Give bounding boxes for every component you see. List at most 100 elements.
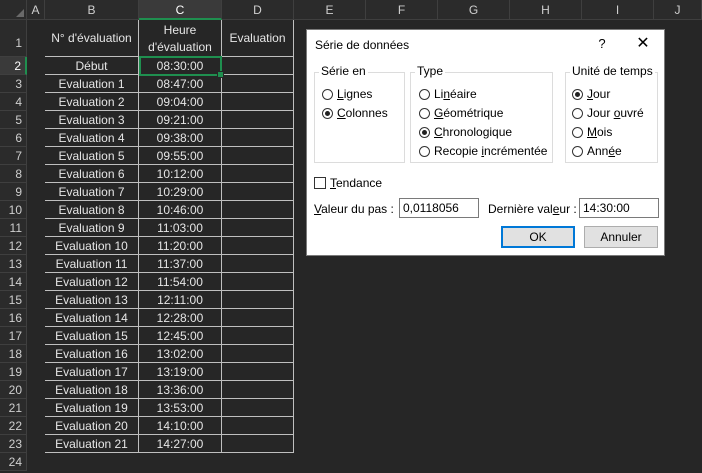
header-cell-heure[interactable]: Heure d'évaluation: [139, 20, 222, 57]
cell-heure[interactable]: 08:47:00: [139, 75, 222, 93]
cell-evaluation[interactable]: [222, 57, 294, 75]
row-header-19[interactable]: 19: [0, 363, 27, 381]
cell-heure[interactable]: 11:03:00: [139, 219, 222, 237]
cell-evaluation-label[interactable]: Evaluation 18: [45, 381, 139, 399]
cell-heure[interactable]: 10:46:00: [139, 201, 222, 219]
row-header-13[interactable]: 13: [0, 255, 27, 273]
cell-evaluation[interactable]: [222, 381, 294, 399]
row-header-14[interactable]: 14: [0, 273, 27, 291]
cell-evaluation[interactable]: [222, 291, 294, 309]
radio-chronologique[interactable]: Chronologique: [419, 124, 512, 140]
radio-geometrique[interactable]: Géométrique: [419, 105, 503, 121]
cell-heure[interactable]: 12:45:00: [139, 327, 222, 345]
select-all-corner[interactable]: [0, 0, 27, 20]
cell-evaluation-label[interactable]: Evaluation 3: [45, 111, 139, 129]
cell-evaluation[interactable]: [222, 255, 294, 273]
cell-heure[interactable]: 11:37:00: [139, 255, 222, 273]
column-header-a[interactable]: A: [27, 0, 45, 20]
cell-evaluation[interactable]: [222, 435, 294, 453]
cell-evaluation[interactable]: [222, 327, 294, 345]
cell-evaluation-label[interactable]: Evaluation 7: [45, 183, 139, 201]
cell-evaluation[interactable]: [222, 219, 294, 237]
radio-colonnes[interactable]: Colonnes: [322, 105, 388, 121]
radio-annee[interactable]: Année: [572, 143, 622, 159]
cell-evaluation[interactable]: [222, 363, 294, 381]
row-header-9[interactable]: 9: [0, 183, 27, 201]
cell-evaluation-label[interactable]: Evaluation 1: [45, 75, 139, 93]
column-header-c[interactable]: C: [139, 0, 222, 20]
row-header-6[interactable]: 6: [0, 129, 27, 147]
radio-lineaire[interactable]: Linéaire: [419, 86, 477, 102]
radio-jour[interactable]: Jour: [572, 86, 610, 102]
cell-evaluation-label[interactable]: Evaluation 4: [45, 129, 139, 147]
row-header-4[interactable]: 4: [0, 93, 27, 111]
cell-heure[interactable]: 10:29:00: [139, 183, 222, 201]
cell-heure[interactable]: 09:21:00: [139, 111, 222, 129]
cell-evaluation-label[interactable]: Evaluation 20: [45, 417, 139, 435]
row-header-18[interactable]: 18: [0, 345, 27, 363]
cell-heure[interactable]: 08:30:00: [139, 57, 222, 75]
cell-heure[interactable]: 13:02:00: [139, 345, 222, 363]
row-header-16[interactable]: 16: [0, 309, 27, 327]
column-header-b[interactable]: B: [45, 0, 139, 20]
annuler-button[interactable]: Annuler: [584, 226, 658, 248]
cell-evaluation-label[interactable]: Evaluation 14: [45, 309, 139, 327]
row-header-10[interactable]: 10: [0, 201, 27, 219]
row-header-5[interactable]: 5: [0, 111, 27, 129]
cell-evaluation-label[interactable]: Evaluation 19: [45, 399, 139, 417]
row-header-24[interactable]: 24: [0, 453, 27, 471]
tendance-checkbox[interactable]: Tendance: [314, 175, 382, 191]
cell-evaluation[interactable]: [222, 237, 294, 255]
row-header-15[interactable]: 15: [0, 291, 27, 309]
cell-evaluation[interactable]: [222, 93, 294, 111]
cell-heure[interactable]: 09:55:00: [139, 147, 222, 165]
cell-evaluation-label[interactable]: Evaluation 12: [45, 273, 139, 291]
radio-mois[interactable]: Mois: [572, 124, 612, 140]
radio-recopie-incrementee[interactable]: Recopie incrémentée: [419, 143, 547, 159]
row-header-12[interactable]: 12: [0, 237, 27, 255]
derniere-valeur-input[interactable]: 14:30:00: [579, 198, 659, 218]
cell-evaluation-label[interactable]: Evaluation 5: [45, 147, 139, 165]
column-header-j[interactable]: J: [654, 0, 702, 20]
cell-evaluation[interactable]: [222, 183, 294, 201]
cell-evaluation[interactable]: [222, 111, 294, 129]
cell-evaluation[interactable]: [222, 129, 294, 147]
close-icon[interactable]: ✕: [632, 34, 654, 54]
ok-button[interactable]: OK: [501, 226, 575, 248]
row-header-11[interactable]: 11: [0, 219, 27, 237]
column-header-g[interactable]: G: [438, 0, 510, 20]
cell-evaluation[interactable]: [222, 75, 294, 93]
row-header-21[interactable]: 21: [0, 399, 27, 417]
cell-evaluation-label[interactable]: Evaluation 6: [45, 165, 139, 183]
header-cell-evaluation[interactable]: Evaluation: [222, 20, 294, 57]
row-header-7[interactable]: 7: [0, 147, 27, 165]
cell-evaluation-label[interactable]: Evaluation 9: [45, 219, 139, 237]
column-header-f[interactable]: F: [366, 0, 438, 20]
cell-evaluation[interactable]: [222, 399, 294, 417]
column-header-h[interactable]: H: [510, 0, 582, 20]
cell-evaluation[interactable]: [222, 165, 294, 183]
cell-heure[interactable]: 09:04:00: [139, 93, 222, 111]
cell-evaluation-label[interactable]: Evaluation 16: [45, 345, 139, 363]
cell-heure[interactable]: 14:27:00: [139, 435, 222, 453]
cell-heure[interactable]: 11:20:00: [139, 237, 222, 255]
row-header-22[interactable]: 22: [0, 417, 27, 435]
cell-evaluation[interactable]: [222, 201, 294, 219]
cell-evaluation-label[interactable]: Evaluation 21: [45, 435, 139, 453]
valeur-du-pas-input[interactable]: 0,0118056: [399, 198, 479, 218]
cell-heure[interactable]: 10:12:00: [139, 165, 222, 183]
radio-lignes[interactable]: Lignes: [322, 86, 372, 102]
cell-evaluation-label[interactable]: Evaluation 15: [45, 327, 139, 345]
cell-heure[interactable]: 09:38:00: [139, 129, 222, 147]
cell-evaluation-label[interactable]: Evaluation 11: [45, 255, 139, 273]
cell-heure[interactable]: 13:53:00: [139, 399, 222, 417]
cell-evaluation-label[interactable]: Evaluation 13: [45, 291, 139, 309]
row-header-2[interactable]: 2: [0, 57, 27, 75]
cell-evaluation-label[interactable]: Début: [45, 57, 139, 75]
cell-heure[interactable]: 13:36:00: [139, 381, 222, 399]
column-header-e[interactable]: E: [294, 0, 366, 20]
row-header-1[interactable]: 1: [0, 20, 27, 57]
cell-evaluation[interactable]: [222, 345, 294, 363]
cell-heure[interactable]: 13:19:00: [139, 363, 222, 381]
radio-jour-ouvre[interactable]: Jour ouvré: [572, 105, 644, 121]
